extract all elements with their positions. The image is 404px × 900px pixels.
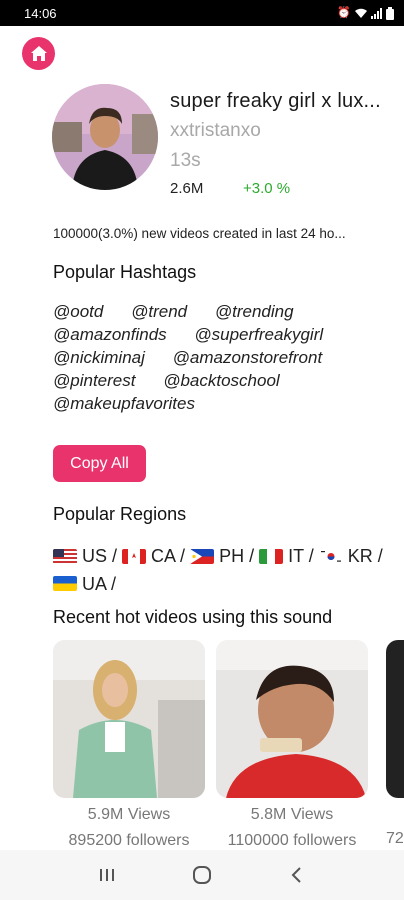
battery-icon xyxy=(386,6,394,20)
video-views: 5.8M Views xyxy=(250,806,334,823)
region-code: IT / xyxy=(288,546,314,566)
status-bar: 14:06 ⏰ xyxy=(0,0,404,26)
video-card[interactable]: 5.9M Views 895200 followers xyxy=(53,640,205,850)
region-item-it[interactable]: IT / xyxy=(259,543,314,569)
home-button[interactable] xyxy=(22,37,55,70)
hashtag-item[interactable]: @nickiminaj xyxy=(53,348,145,367)
region-code: KR / xyxy=(347,546,383,566)
region-item-ph[interactable]: PH / xyxy=(190,543,254,569)
sound-avatar xyxy=(52,84,158,190)
sound-duration: 13s xyxy=(170,150,201,171)
hashtag-item[interactable]: @trend xyxy=(131,302,187,321)
home-circle-icon xyxy=(192,866,211,884)
alarm-icon: ⏰ xyxy=(337,6,351,19)
video-followers: 1100000 followers xyxy=(227,832,357,849)
hashtag-item[interactable]: @amazonstorefront xyxy=(173,348,323,367)
flag-it-icon xyxy=(259,548,284,564)
region-list: US / CA / PH / IT / KR / UA / xyxy=(53,543,393,598)
region-code: CA / xyxy=(151,546,186,566)
status-time: 14:06 xyxy=(24,5,57,21)
status-icons: ⏰ xyxy=(337,6,394,20)
hashtag-item[interactable]: @trending xyxy=(215,302,294,321)
region-code: PH / xyxy=(219,546,255,566)
video-carousel[interactable]: 5.9M Views 895200 followers 5.8M Views 1… xyxy=(53,640,404,855)
video-thumbnail-image xyxy=(53,640,205,798)
video-thumbnail[interactable] xyxy=(216,640,368,798)
video-followers: 895200 followers xyxy=(68,832,190,849)
hashtags-heading: Popular Hashtags xyxy=(53,262,197,282)
hashtag-item[interactable]: @pinterest xyxy=(53,371,135,390)
video-thumbnail-image xyxy=(216,640,368,798)
region-item-kr[interactable]: KR / xyxy=(318,543,383,569)
home-nav-button[interactable] xyxy=(182,860,222,890)
video-views: 5.9M Views xyxy=(87,806,171,823)
avatar-image xyxy=(52,84,158,190)
growth-rate: +3.0 % xyxy=(243,180,291,197)
hashtag-item[interactable]: @makeupfavorites xyxy=(53,394,195,413)
back-button[interactable] xyxy=(277,860,317,890)
flag-ca-icon xyxy=(122,548,147,564)
flag-ph-icon xyxy=(190,548,215,564)
sound-author[interactable]: xxtristanxo xyxy=(170,120,261,142)
flag-ua-icon xyxy=(53,576,77,591)
region-item-ua[interactable]: UA / xyxy=(53,571,116,597)
back-icon xyxy=(291,867,301,883)
summary-text: 100000(3.0%) new videos created in last … xyxy=(53,226,346,241)
recents-icon xyxy=(100,869,115,881)
flag-us-icon xyxy=(53,548,77,564)
copy-all-button[interactable]: Copy All xyxy=(53,445,146,482)
signal-icon xyxy=(371,7,382,19)
recents-button[interactable] xyxy=(87,860,127,890)
video-thumbnail[interactable] xyxy=(53,640,205,798)
video-followers: 72 xyxy=(386,830,404,847)
region-code: US / xyxy=(82,546,118,566)
videos-heading: Recent hot videos using this sound xyxy=(53,607,333,627)
hashtag-list: @ootd @trend @trending @amazonfinds @sup… xyxy=(53,300,393,415)
video-card[interactable]: 72 xyxy=(386,640,404,848)
region-code: UA / xyxy=(82,573,117,594)
video-card[interactable]: 5.8M Views 1100000 followers xyxy=(216,640,368,850)
hashtag-item[interactable]: @ootd xyxy=(53,302,103,321)
flag-kr-icon xyxy=(318,548,343,564)
hashtag-item[interactable]: @superfreakygirl xyxy=(194,325,323,344)
hashtag-item[interactable]: @amazonfinds xyxy=(53,325,167,344)
video-count: 2.6M xyxy=(170,180,204,197)
home-icon xyxy=(30,45,47,61)
region-item-us[interactable]: US / xyxy=(53,543,117,569)
system-nav-bar xyxy=(0,850,404,900)
region-item-ca[interactable]: CA / xyxy=(122,543,185,569)
video-thumbnail[interactable] xyxy=(386,640,404,798)
sound-title: super freaky girl x lux... xyxy=(170,90,381,112)
hashtag-item[interactable]: @backtoschool xyxy=(163,371,280,390)
wifi-icon xyxy=(355,8,367,18)
regions-heading: Popular Regions xyxy=(53,504,187,524)
